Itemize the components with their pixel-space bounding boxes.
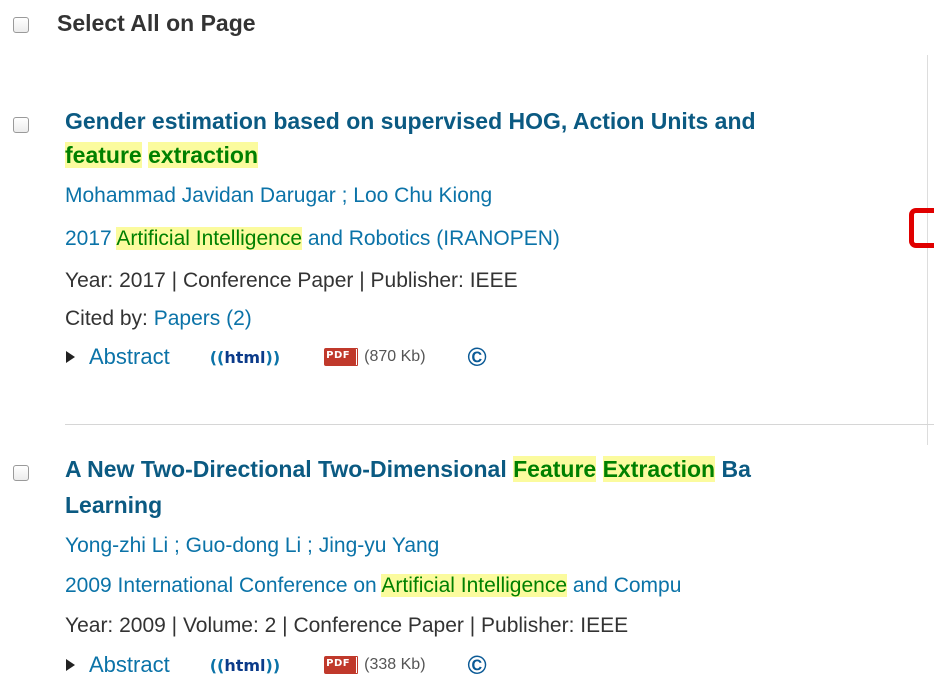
- result-meta: Year: 2017 | Conference Paper | Publishe…: [65, 269, 518, 292]
- result-cited-by: Cited by: Papers (2): [65, 305, 252, 333]
- title-text: Ba: [715, 456, 751, 482]
- result-title-link[interactable]: Gender estimation based on supervised HO…: [65, 105, 756, 137]
- panel-divider: [927, 55, 928, 445]
- html-icon[interactable]: ((html)): [210, 348, 280, 367]
- pub-text: and Robotics (IRANOPEN): [302, 227, 560, 250]
- triangle-right-icon: [66, 351, 75, 363]
- html-label: html: [224, 655, 266, 675]
- result-meta: Year: 2009 | Volume: 2 | Conference Pape…: [65, 614, 629, 637]
- result-authors[interactable]: Yong-zhi Li ; Guo-dong Li ; Jing-yu Yang: [65, 532, 439, 560]
- html-label: html: [224, 347, 266, 367]
- pdf-label: PDF: [326, 350, 351, 361]
- highlight-term: feature: [65, 142, 142, 168]
- result-title-link[interactable]: A New Two-Directional Two-Dimensional Fe…: [65, 453, 751, 485]
- result-title-link-cont[interactable]: feature extraction: [65, 139, 259, 171]
- abstract-label: Abstract: [89, 652, 170, 677]
- pub-text: 2009 International Conference on: [65, 574, 382, 597]
- pdf-size: (338 Kb): [364, 656, 426, 673]
- html-icon[interactable]: ((html)): [210, 656, 280, 675]
- abstract-toggle[interactable]: Abstract: [66, 344, 170, 370]
- title-text: A New Two-Directional Two-Dimensional: [65, 456, 514, 482]
- result-publication[interactable]: 2017 Artificial Intelligence and Robotic…: [65, 225, 560, 253]
- result-authors[interactable]: Mohammad Javidan Darugar ; Loo Chu Kiong: [65, 182, 492, 210]
- select-all-label: Select All on Page: [57, 10, 256, 36]
- pub-text: and Compu: [567, 574, 682, 597]
- title-text: Learning: [65, 492, 163, 518]
- highlight-term: Artificial Intelligence: [381, 574, 567, 597]
- result-actions: Abstract ((html)) PDF (338 Kb) ©: [66, 650, 487, 680]
- highlight-term: Feature: [513, 456, 597, 482]
- pdf-icon[interactable]: PDF: [324, 348, 359, 366]
- copyright-icon[interactable]: ©: [468, 344, 487, 370]
- select-all-checkbox[interactable]: [13, 17, 29, 33]
- result-checkbox[interactable]: [13, 117, 29, 133]
- result-checkbox[interactable]: [13, 465, 29, 481]
- cited-papers-link[interactable]: Papers (2): [154, 307, 252, 330]
- pdf-size: (870 Kb): [364, 348, 426, 365]
- highlight-term: extraction: [148, 142, 259, 168]
- pdf-icon[interactable]: PDF: [324, 656, 359, 674]
- abstract-toggle[interactable]: Abstract: [66, 652, 170, 678]
- annotation-marker: [909, 208, 934, 248]
- result-publication[interactable]: 2009 International Conference on Artific…: [65, 572, 681, 600]
- highlight-term: Extraction: [602, 456, 716, 482]
- highlight-term: Artificial Intelligence: [116, 227, 302, 250]
- title-text: Gender estimation based on supervised HO…: [65, 108, 756, 134]
- abstract-label: Abstract: [89, 344, 170, 369]
- pdf-label: PDF: [326, 658, 351, 669]
- result-title-link-cont[interactable]: Learning: [65, 489, 162, 521]
- cited-label: Cited by:: [65, 307, 148, 330]
- pub-text: 2017: [65, 227, 117, 250]
- result-actions: Abstract ((html)) PDF (870 Kb) ©: [66, 342, 487, 372]
- copyright-icon[interactable]: ©: [468, 652, 487, 678]
- triangle-right-icon: [66, 659, 75, 671]
- result-divider: [65, 424, 934, 425]
- title-space: [596, 456, 602, 482]
